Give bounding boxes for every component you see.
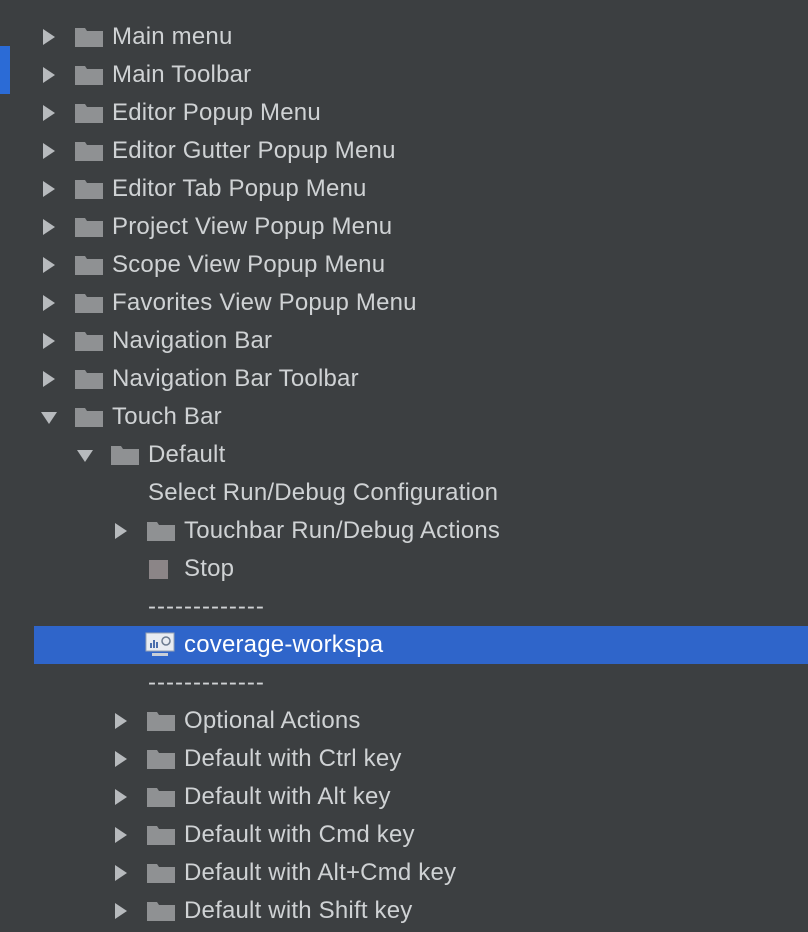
triangle-right-icon[interactable] — [38, 64, 60, 86]
tree-row-label: Default with Shift key — [184, 897, 413, 924]
tree-row-label: Navigation Bar Toolbar — [112, 365, 359, 392]
tree-row[interactable]: Default with Shift key — [34, 892, 808, 930]
tree-row-label: Default — [148, 441, 226, 468]
tree-row-label: Project View Popup Menu — [112, 213, 393, 240]
stop-icon — [146, 557, 170, 588]
folder-icon — [74, 329, 104, 360]
tree-row[interactable]: Default with Cmd key — [34, 816, 808, 854]
tree-row-label: Editor Gutter Popup Menu — [112, 137, 396, 164]
triangle-down-icon[interactable] — [74, 444, 96, 466]
tree-row-label: Editor Popup Menu — [112, 99, 321, 126]
tree-row[interactable]: Project View Popup Menu — [34, 208, 808, 246]
folder-icon — [74, 291, 104, 322]
tree-row[interactable]: Default — [34, 436, 808, 474]
triangle-right-icon[interactable] — [110, 520, 132, 542]
tree-row[interactable]: Editor Tab Popup Menu — [34, 170, 808, 208]
separator-label: ------------- — [148, 593, 265, 620]
triangle-right-icon[interactable] — [38, 26, 60, 48]
tree-row-label: Favorites View Popup Menu — [112, 289, 417, 316]
tree-row[interactable]: Scope View Popup Menu — [34, 246, 808, 284]
tree-row-label: Touch Bar — [112, 403, 222, 430]
tree-row-label: Main Toolbar — [112, 61, 252, 88]
triangle-right-icon[interactable] — [110, 862, 132, 884]
triangle-right-icon[interactable] — [38, 216, 60, 238]
tree-row[interactable]: Optional Actions — [34, 702, 808, 740]
folder-icon — [146, 785, 176, 816]
tree-row-label: Default with Alt key — [184, 783, 391, 810]
tree-row[interactable]: Touchbar Run/Debug Actions — [34, 512, 808, 550]
folder-icon — [146, 747, 176, 778]
triangle-right-icon[interactable] — [38, 368, 60, 390]
tree-row[interactable]: Default with Alt+Cmd key — [34, 854, 808, 892]
triangle-right-icon[interactable] — [38, 330, 60, 352]
tree-row-label: Default with Cmd key — [184, 821, 415, 848]
separator-label: ------------- — [148, 669, 265, 696]
folder-icon — [74, 405, 104, 436]
tree-row[interactable]: Touch Bar — [34, 398, 808, 436]
tree-row[interactable]: Navigation Bar — [34, 322, 808, 360]
tree-row[interactable]: Main menu — [34, 18, 808, 56]
triangle-right-icon[interactable] — [110, 748, 132, 770]
tree-row-label: Stop — [184, 555, 235, 582]
tree-row[interactable]: Default with Ctrl key — [34, 740, 808, 778]
folder-icon — [74, 177, 104, 208]
triangle-right-icon[interactable] — [38, 102, 60, 124]
folder-icon — [146, 709, 176, 740]
tree-row[interactable]: Favorites View Popup Menu — [34, 284, 808, 322]
tree-row[interactable]: Default with Alt key — [34, 778, 808, 816]
tree-row-label: Default with Alt+Cmd key — [184, 859, 457, 886]
tree-row-label: coverage-workspa — [184, 631, 384, 658]
folder-icon — [110, 443, 140, 474]
run-configuration-icon — [144, 631, 176, 666]
folder-icon — [146, 823, 176, 854]
tree-separator-row[interactable]: ------------- — [34, 588, 808, 626]
tree-row-label: Editor Tab Popup Menu — [112, 175, 367, 202]
tree-row-label: Optional Actions — [184, 707, 361, 734]
folder-icon — [74, 215, 104, 246]
tree-row[interactable]: Stop — [34, 550, 808, 588]
triangle-right-icon[interactable] — [38, 140, 60, 162]
triangle-right-icon[interactable] — [38, 254, 60, 276]
triangle-right-icon[interactable] — [110, 824, 132, 846]
folder-icon — [74, 367, 104, 398]
tree-row[interactable]: Select Run/Debug Configuration — [34, 474, 808, 512]
customize-menus-tree: Main menu Main Toolbar Editor Popup Menu Ed… — [0, 0, 808, 932]
tree-row[interactable]: Navigation Bar Toolbar — [34, 360, 808, 398]
folder-icon — [146, 899, 176, 930]
tree-row[interactable]: Editor Popup Menu — [34, 94, 808, 132]
gutter-selection-accent — [0, 46, 10, 94]
triangle-right-icon[interactable] — [110, 786, 132, 808]
tree-separator-row[interactable]: ------------- — [34, 664, 808, 702]
triangle-down-icon[interactable] — [38, 406, 60, 428]
tree-row-label: Select Run/Debug Configuration — [148, 479, 499, 506]
tree-row[interactable]: Main Toolbar — [34, 56, 808, 94]
tree-row[interactable]: Editor Gutter Popup Menu — [34, 132, 808, 170]
folder-icon — [74, 101, 104, 132]
folder-icon — [74, 253, 104, 284]
folder-icon — [146, 861, 176, 892]
triangle-right-icon[interactable] — [38, 292, 60, 314]
tree-row-label: Default with Ctrl key — [184, 745, 402, 772]
tree-row-label: Main menu — [112, 23, 233, 50]
folder-icon — [74, 139, 104, 170]
triangle-right-icon[interactable] — [110, 710, 132, 732]
tree-row-label: Scope View Popup Menu — [112, 251, 386, 278]
triangle-right-icon[interactable] — [38, 178, 60, 200]
folder-icon — [74, 63, 104, 94]
tree-row[interactable]: coverage-workspa — [34, 626, 808, 664]
triangle-right-icon[interactable] — [110, 900, 132, 922]
folder-icon — [74, 25, 104, 56]
tree-row-label: Touchbar Run/Debug Actions — [184, 517, 501, 544]
folder-icon — [146, 519, 176, 550]
tree-row-label: Navigation Bar — [112, 327, 273, 354]
